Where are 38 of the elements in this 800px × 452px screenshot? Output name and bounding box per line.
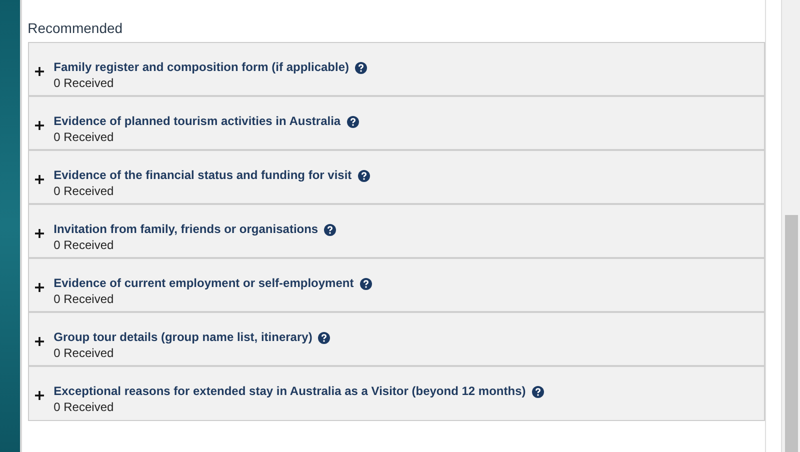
accordion-item[interactable]: Group tour details (group name list, itinerary) 0 Received (28, 313, 764, 367)
scrollbar-thumb[interactable] (785, 215, 798, 452)
item-title: Family register and composition form (if applicable) (54, 60, 350, 75)
scrollbar[interactable] (781, 0, 800, 452)
received-count: 0 Received (54, 183, 115, 199)
help-icon[interactable] (346, 116, 359, 128)
accordion-item[interactable]: Evidence of current employment or self-employment 0 Received (28, 259, 764, 313)
section-heading: Recommended (28, 20, 124, 36)
item-title: Evidence of planned tourism activities in Australia (54, 114, 341, 129)
received-count: 0 Received (54, 399, 115, 415)
item-title: Evidence of current employment or self-employment (54, 276, 354, 291)
help-icon[interactable] (358, 170, 370, 182)
accordion-item[interactable]: Evidence of planned tourism activities in Australia 0 Received (28, 97, 764, 151)
item-title: Invitation from family, friends or organisations (54, 222, 318, 237)
help-icon[interactable] (360, 278, 372, 290)
received-count: 0 Received (54, 75, 115, 91)
plus-icon (34, 67, 44, 76)
item-title: Exceptional reasons for extended stay in Australia as a Visitor (beyond 12 months) (54, 384, 526, 399)
accordion-item[interactable]: Exceptional reasons for extended stay in Australia as a Visitor (beyond 12 months) 0 Received (28, 367, 764, 420)
accordion-item[interactable]: Invitation from family, friends or organisations 0 Received (28, 205, 764, 259)
item-title: Evidence of the financial status and funding for visit (54, 168, 352, 183)
plus-icon (34, 229, 44, 238)
item-title: Group tour details (group name list, itinerary) (54, 330, 312, 345)
received-count: 0 Received (54, 345, 115, 361)
plus-icon (34, 121, 44, 130)
help-icon[interactable] (324, 224, 336, 236)
received-count: 0 Received (54, 237, 115, 253)
received-count: 0 Received (54, 291, 115, 307)
plus-icon (34, 175, 44, 184)
accordion-item[interactable]: Evidence of the financial status and funding for visit 0 Received (28, 151, 764, 205)
help-icon[interactable] (532, 386, 544, 398)
received-count: 0 Received (54, 129, 115, 145)
plus-icon (34, 337, 44, 346)
plus-icon (34, 283, 44, 292)
help-icon[interactable] (318, 332, 330, 344)
accordion-item[interactable]: Family register and composition form (if applicable) 0 Received (28, 43, 764, 97)
plus-icon (34, 391, 44, 400)
help-icon[interactable] (355, 62, 368, 74)
